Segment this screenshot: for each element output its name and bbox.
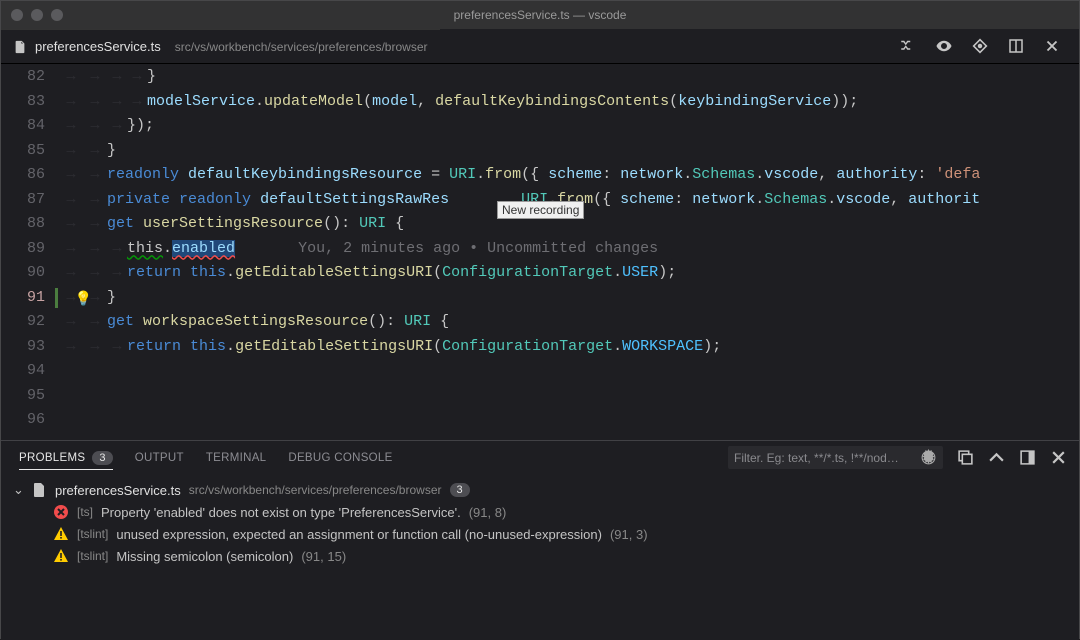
problem-item[interactable]: [tslint] unused expression, expected an … [9, 523, 1071, 545]
panel-tab-bar: PROBLEMS 3 OUTPUT TERMINAL DEBUG CONSOLE… [1, 441, 1079, 474]
close-window-dot[interactable] [11, 9, 23, 21]
line-number: 93 [1, 335, 59, 360]
tab-debug-console[interactable]: DEBUG CONSOLE [288, 451, 392, 465]
tab-file-path: src/vs/workbench/services/preferences/br… [175, 40, 428, 54]
code-line[interactable]: →return this.getEditableSettingsURI(Conf… [107, 335, 1079, 360]
editor-tab-bar: preferencesService.ts src/vs/workbench/s… [1, 29, 1079, 64]
minimize-window-dot[interactable] [31, 9, 43, 21]
line-number: 94 [1, 359, 59, 384]
editor-tab-preferences-service[interactable]: preferencesService.ts src/vs/workbench/s… [1, 29, 440, 63]
problem-location: (91, 3) [610, 527, 648, 542]
problem-message: Missing semicolon (semicolon) [116, 549, 293, 564]
tab-problems-label: PROBLEMS [19, 452, 85, 464]
problem-item[interactable]: [ts] Property 'enabled' does not exist o… [9, 501, 1071, 523]
editor-actions [899, 37, 1079, 55]
chevron-down-icon: ⌄ [13, 482, 23, 498]
problems-list: ⌄ preferencesService.ts src/vs/workbench… [1, 474, 1079, 640]
error-icon [53, 504, 69, 520]
traffic-lights [1, 9, 63, 21]
line-number: 95 [1, 384, 59, 409]
problem-item[interactable]: [tslint] Missing semicolon (semicolon) (… [9, 545, 1071, 567]
code-line[interactable]: →return this.getEditableSettingsURI(Conf… [107, 261, 1079, 286]
code-line[interactable]: →→modelService.updateModel(model, defaul… [107, 90, 1079, 115]
maximize-panel-icon[interactable] [1019, 449, 1036, 466]
problem-source: [tslint] [77, 549, 108, 563]
split-editor-icon[interactable] [1007, 37, 1025, 55]
line-number: 90 [1, 261, 59, 286]
line-number: 86 [1, 163, 59, 188]
preview-icon[interactable] [935, 37, 953, 55]
line-number: 91💡 [1, 286, 59, 311]
tab-file-name: preferencesService.ts [35, 39, 161, 54]
tab-terminal[interactable]: TERMINAL [206, 451, 267, 465]
line-number: 92 [1, 310, 59, 335]
filter-settings-icon[interactable] [920, 449, 937, 466]
problems-filter-input[interactable]: Filter. Eg: text, **/*.ts, !**/nod… [728, 446, 943, 469]
line-number: 85 [1, 139, 59, 164]
line-number: 88 [1, 212, 59, 237]
problem-file-count: 3 [450, 483, 470, 497]
line-number: 96 [1, 408, 59, 433]
problem-location: (91, 15) [301, 549, 346, 564]
warning-icon [53, 548, 69, 564]
code-line[interactable]: } [107, 139, 1079, 164]
bottom-panel: PROBLEMS 3 OUTPUT TERMINAL DEBUG CONSOLE… [1, 440, 1079, 640]
tab-problems[interactable]: PROBLEMS 3 [19, 451, 113, 470]
window-title: preferencesService.ts — vscode [454, 8, 627, 22]
code-line[interactable]: →→} [107, 65, 1079, 90]
filter-placeholder: Filter. Eg: text, **/*.ts, !**/nod… [734, 451, 916, 465]
warning-icon [53, 526, 69, 542]
tooltip: New recording [497, 201, 584, 219]
code-line[interactable]: } [107, 286, 1079, 311]
file-icon [31, 482, 47, 498]
zoom-window-dot[interactable] [51, 9, 63, 21]
problems-count-badge: 3 [92, 451, 112, 465]
tab-output[interactable]: OUTPUT [135, 451, 184, 465]
problem-message: Property 'enabled' does not exist on typ… [101, 505, 461, 520]
problem-location: (91, 8) [469, 505, 507, 520]
problem-file-row[interactable]: ⌄ preferencesService.ts src/vs/workbench… [9, 479, 1071, 501]
line-number: 83 [1, 90, 59, 115]
problem-source: [tslint] [77, 527, 108, 541]
code-editor[interactable]: 82838485868788899091💡9293949596 →→→→→→→→… [1, 64, 1079, 440]
line-number: 89 [1, 237, 59, 262]
line-number: 82 [1, 65, 59, 90]
title-bar: preferencesService.ts — vscode [1, 1, 1079, 29]
close-icon[interactable] [1043, 37, 1061, 55]
code-line[interactable]: private readonly defaultSettingsRawRes U… [107, 188, 1079, 213]
close-panel-icon[interactable] [1050, 449, 1067, 466]
line-number: 87 [1, 188, 59, 213]
git-icon[interactable] [971, 37, 989, 55]
problem-message: unused expression, expected an assignmen… [116, 527, 602, 542]
problem-file-name: preferencesService.ts [55, 483, 181, 498]
code-line[interactable]: →}); [107, 114, 1079, 139]
collapse-all-icon[interactable] [957, 449, 974, 466]
toggle-whitespace-icon[interactable] [899, 37, 917, 55]
line-number: 84 [1, 114, 59, 139]
code-line[interactable]: get userSettingsResource(): URI { [107, 212, 1079, 237]
code-line[interactable]: get workspaceSettingsResource(): URI { [107, 310, 1079, 335]
problem-source: [ts] [77, 505, 93, 519]
code-line[interactable]: readonly defaultKeybindingsResource = UR… [107, 163, 1079, 188]
code-line[interactable]: →this.enabled You, 2 minutes ago • Uncom… [107, 237, 1079, 262]
problem-file-path: src/vs/workbench/services/preferences/br… [189, 483, 442, 497]
file-icon [13, 40, 27, 54]
chevron-up-icon[interactable] [988, 449, 1005, 466]
